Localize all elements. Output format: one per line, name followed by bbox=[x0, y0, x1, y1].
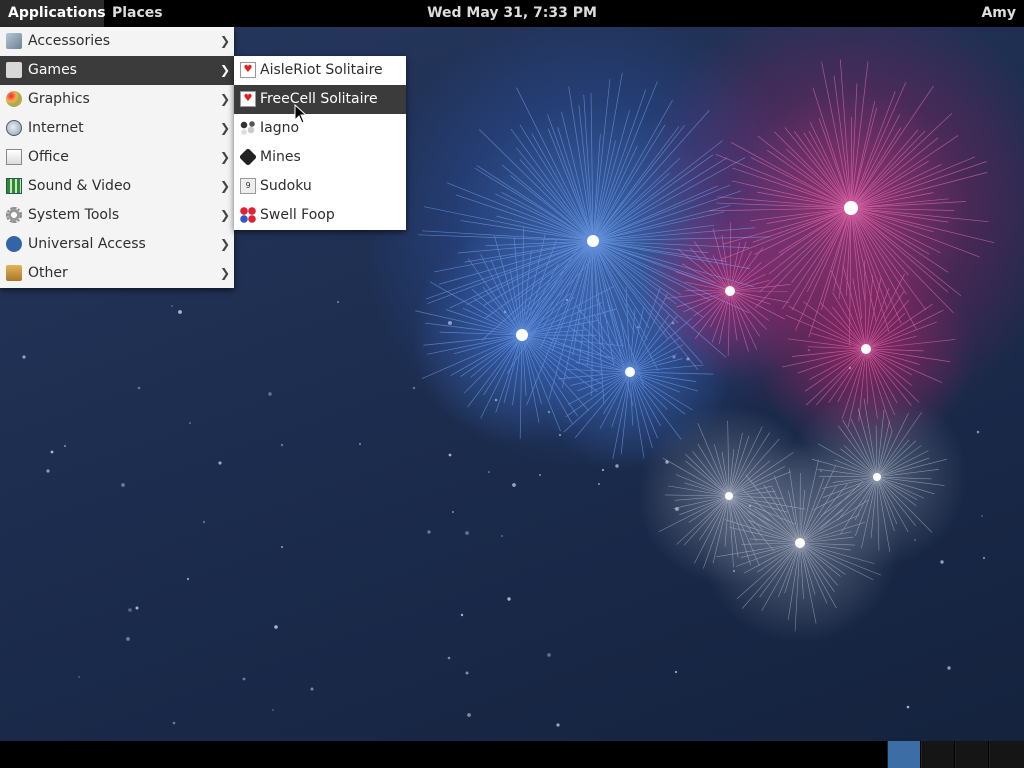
chevron-right-icon: ❯ bbox=[220, 56, 230, 85]
menu-item-label: Sound & Video bbox=[28, 178, 131, 194]
system-tools-icon bbox=[6, 207, 22, 223]
menu-item-games[interactable]: Games ❯ bbox=[0, 56, 234, 85]
user-menu-button[interactable]: Amy bbox=[973, 0, 1024, 27]
mouse-pointer-icon bbox=[294, 104, 308, 124]
menu-item-mines[interactable]: Mines bbox=[234, 143, 406, 172]
chevron-right-icon: ❯ bbox=[220, 172, 230, 201]
bottom-panel bbox=[0, 741, 1024, 768]
applications-menu: Accessories ❯ Games ❯ Graphics ❯ Interne… bbox=[0, 27, 234, 288]
chevron-right-icon: ❯ bbox=[220, 85, 230, 114]
menu-item-label: System Tools bbox=[28, 207, 119, 223]
top-panel: Applications Places Wed May 31, 7:33 PM … bbox=[0, 0, 1024, 27]
menu-item-sound-video[interactable]: Sound & Video ❯ bbox=[0, 172, 234, 201]
iagno-icon bbox=[240, 120, 256, 136]
menu-item-aisleriot-solitaire[interactable]: ♥ AisleRiot Solitaire bbox=[234, 56, 406, 85]
chevron-right-icon: ❯ bbox=[220, 201, 230, 230]
menu-item-label: Games bbox=[28, 62, 77, 78]
chevron-right-icon: ❯ bbox=[220, 27, 230, 56]
menu-item-label: Universal Access bbox=[28, 236, 146, 252]
menu-item-iagno[interactable]: Iagno bbox=[234, 114, 406, 143]
chevron-right-icon: ❯ bbox=[220, 143, 230, 172]
menu-item-label: Internet bbox=[28, 120, 84, 136]
menu-item-office[interactable]: Office ❯ bbox=[0, 143, 234, 172]
menu-item-graphics[interactable]: Graphics ❯ bbox=[0, 85, 234, 114]
workspace-4[interactable] bbox=[989, 741, 1024, 768]
menu-item-internet[interactable]: Internet ❯ bbox=[0, 114, 234, 143]
menu-item-freecell-solitaire[interactable]: ♥ FreeCell Solitaire bbox=[234, 85, 406, 114]
chevron-right-icon: ❯ bbox=[220, 259, 230, 288]
menu-item-other[interactable]: Other ❯ bbox=[0, 259, 234, 288]
menu-item-label: Graphics bbox=[28, 91, 90, 107]
universal-access-icon bbox=[6, 236, 22, 252]
menu-item-accessories[interactable]: Accessories ❯ bbox=[0, 27, 234, 56]
menu-item-universal-access[interactable]: Universal Access ❯ bbox=[0, 230, 234, 259]
workspace-2[interactable] bbox=[921, 741, 954, 768]
other-icon bbox=[6, 265, 22, 281]
menu-item-system-tools[interactable]: System Tools ❯ bbox=[0, 201, 234, 230]
menu-item-label: Office bbox=[28, 149, 69, 165]
office-icon bbox=[6, 149, 22, 165]
menu-item-label: FreeCell Solitaire bbox=[260, 91, 378, 107]
games-icon bbox=[6, 62, 22, 78]
menu-item-label: Accessories bbox=[28, 33, 110, 49]
menu-item-label: Swell Foop bbox=[260, 207, 335, 223]
menu-item-label: Sudoku bbox=[260, 178, 312, 194]
clock-label[interactable]: Wed May 31, 7:33 PM bbox=[427, 5, 597, 21]
menu-item-sudoku[interactable]: 9 Sudoku bbox=[234, 172, 406, 201]
menu-item-label: AisleRiot Solitaire bbox=[260, 62, 383, 78]
sound-video-icon bbox=[6, 178, 22, 194]
games-submenu: ♥ AisleRiot Solitaire ♥ FreeCell Solitai… bbox=[234, 56, 406, 230]
swell-foop-icon bbox=[240, 207, 256, 223]
internet-icon bbox=[6, 120, 22, 136]
mines-icon bbox=[239, 148, 257, 166]
aisleriot-icon: ♥ bbox=[240, 62, 256, 78]
menu-item-label: Mines bbox=[260, 149, 301, 165]
accessories-icon bbox=[6, 33, 22, 49]
sudoku-icon: 9 bbox=[240, 178, 256, 194]
menu-item-swell-foop[interactable]: Swell Foop bbox=[234, 201, 406, 230]
workspace-1[interactable] bbox=[887, 741, 920, 768]
freecell-icon: ♥ bbox=[240, 91, 256, 107]
applications-menu-button[interactable]: Applications bbox=[0, 0, 104, 27]
chevron-right-icon: ❯ bbox=[220, 230, 230, 259]
menu-item-label: Other bbox=[28, 265, 68, 281]
workspace-3[interactable] bbox=[955, 741, 988, 768]
places-menu-button[interactable]: Places bbox=[104, 0, 171, 27]
chevron-right-icon: ❯ bbox=[220, 114, 230, 143]
graphics-icon bbox=[6, 91, 22, 107]
